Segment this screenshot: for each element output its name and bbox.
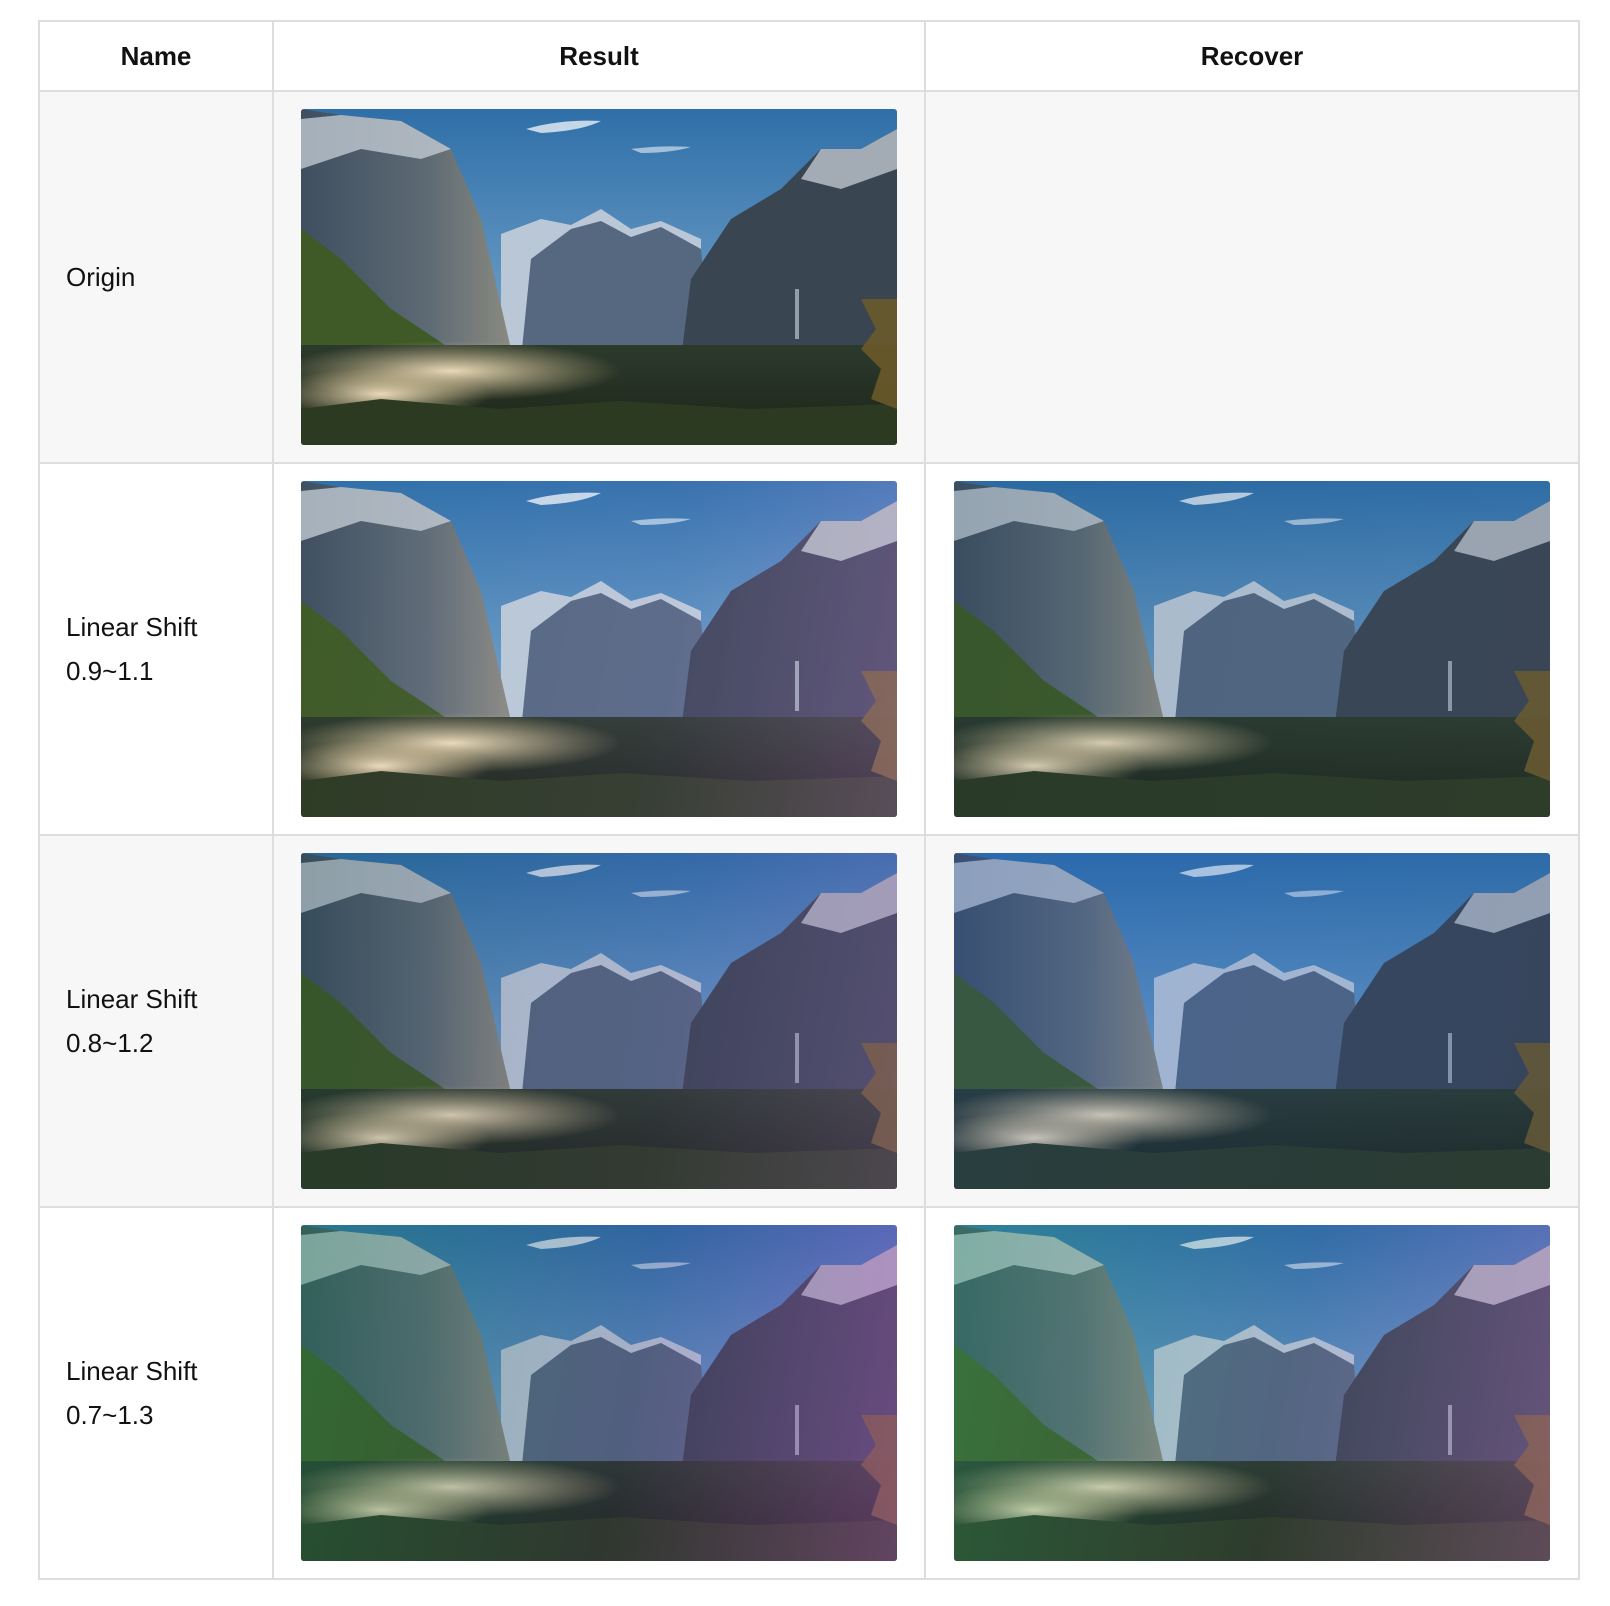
table-row: Linear Shift 0.7~1.3 [38, 1206, 1580, 1580]
recover-image [954, 1225, 1550, 1561]
table-row: Linear Shift 0.9~1.1 [38, 462, 1580, 836]
row-name-line1: Linear Shift [66, 984, 198, 1014]
result-cell [272, 462, 926, 836]
result-cell [272, 1206, 926, 1580]
recover-cell [924, 834, 1580, 1208]
row-name-cell: Linear Shift 0.7~1.3 [38, 1206, 274, 1580]
row-name-line1: Origin [66, 262, 136, 292]
row-name-line1: Linear Shift [66, 1356, 198, 1386]
table-row: Origin [38, 90, 1580, 464]
landscape-image [954, 853, 1550, 1189]
landscape-image [301, 481, 897, 817]
recover-image [954, 853, 1550, 1189]
landscape-image [301, 1225, 897, 1561]
result-cell [272, 90, 926, 464]
table-row: Linear Shift 0.8~1.2 [38, 834, 1580, 1208]
row-name-cell: Origin [38, 90, 274, 464]
recover-cell [924, 1206, 1580, 1580]
header-row: Name Result Recover [38, 20, 1580, 92]
result-image [301, 853, 897, 1189]
result-image [301, 109, 897, 445]
header-name: Name [38, 20, 274, 92]
header-result: Result [272, 20, 926, 92]
row-name-line2: 0.7~1.3 [66, 1400, 154, 1430]
row-name-line2: 0.8~1.2 [66, 1028, 154, 1058]
result-image [301, 481, 897, 817]
row-name-line1: Linear Shift [66, 612, 198, 642]
landscape-image [954, 481, 1550, 817]
comparison-table: Name Result Recover Origin Linear Shift … [38, 20, 1580, 1580]
recover-cell [924, 462, 1580, 836]
recover-image [954, 481, 1550, 817]
result-image [301, 1225, 897, 1561]
landscape-image [301, 109, 897, 445]
row-name-line2: 0.9~1.1 [66, 656, 154, 686]
header-recover: Recover [924, 20, 1580, 92]
landscape-image [301, 853, 897, 1189]
recover-cell [924, 90, 1580, 464]
landscape-image [954, 1225, 1550, 1561]
row-name-cell: Linear Shift 0.9~1.1 [38, 462, 274, 836]
result-cell [272, 834, 926, 1208]
row-name-cell: Linear Shift 0.8~1.2 [38, 834, 274, 1208]
